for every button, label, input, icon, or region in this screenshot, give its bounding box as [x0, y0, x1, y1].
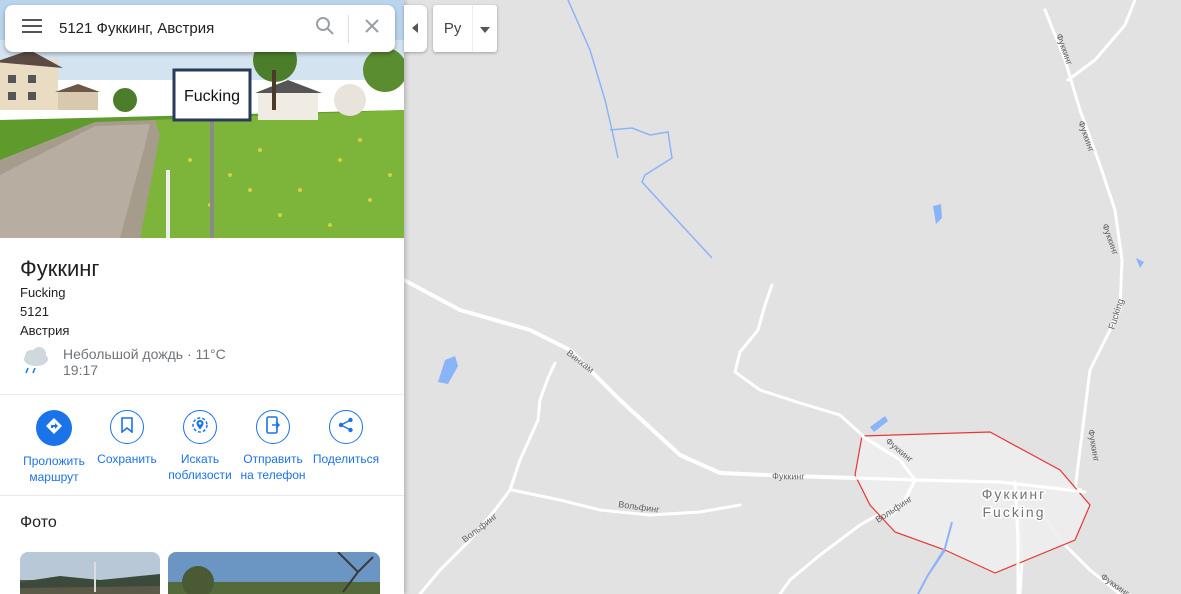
- directions-label: Проложить маршрут: [23, 454, 85, 484]
- bookmark-icon: [121, 416, 133, 438]
- menu-button[interactable]: [5, 5, 59, 52]
- map-place-label-en[interactable]: Fucking: [981, 503, 1045, 522]
- caret-down-icon: [480, 20, 491, 38]
- place-title: Фуккинг: [20, 256, 100, 281]
- save-button[interactable]: Сохранить: [87, 410, 167, 467]
- send-to-phone-label: Отправить на телефон: [240, 452, 306, 482]
- map-place-label-ru[interactable]: Фуккинг: [980, 485, 1047, 504]
- search-icon: [315, 16, 335, 41]
- language-dropdown-button[interactable]: [472, 5, 497, 52]
- place-panel: Fucking 5121 Фуккинг, Австрия Фуккинг Fu…: [0, 0, 404, 594]
- address-line-name: Fucking: [20, 285, 66, 300]
- weather-info: Небольшой дождь · 11°C 19:17: [20, 344, 380, 380]
- photos-heading: Фото: [20, 514, 57, 531]
- send-to-phone-icon: [265, 415, 281, 439]
- photo-thumbnail[interactable]: [168, 552, 380, 594]
- divider: [0, 394, 404, 395]
- share-label: Поделиться: [312, 452, 380, 466]
- language-label[interactable]: Pу: [433, 20, 472, 37]
- share-button[interactable]: Поделиться: [306, 410, 386, 467]
- rain-cloud-icon: [20, 346, 52, 378]
- nearby-icon: [191, 416, 209, 439]
- collapse-panel-button[interactable]: [404, 5, 427, 52]
- road-label-fukking-main: Фуккинг: [772, 471, 805, 482]
- weather-time: 19:17: [63, 362, 99, 378]
- clear-search-button[interactable]: [349, 5, 395, 52]
- address-line-country: Австрия: [20, 323, 70, 338]
- close-icon: [364, 18, 380, 39]
- menu-icon: [22, 18, 42, 39]
- nearby-label: Искать поблизости: [168, 452, 232, 482]
- search-button[interactable]: [302, 5, 348, 52]
- nearby-button[interactable]: Искать поблизости: [160, 410, 240, 483]
- hero-sign-text: Fucking: [184, 88, 240, 105]
- action-bar: Проложить маршрут Сохранить Искать побли…: [0, 410, 404, 490]
- photo-thumbnail[interactable]: [20, 552, 160, 594]
- divider: [0, 495, 404, 496]
- send-to-phone-button[interactable]: Отправить на телефон: [233, 410, 313, 483]
- search-input[interactable]: 5121 Фуккинг, Австрия: [59, 20, 302, 37]
- caret-left-icon: [411, 20, 420, 38]
- language-switcher: Pу: [433, 5, 497, 52]
- save-label: Сохранить: [97, 452, 157, 466]
- directions-button[interactable]: Проложить маршрут: [14, 410, 94, 485]
- address-line-postcode: 5121: [20, 304, 49, 319]
- share-icon: [338, 417, 354, 438]
- weather-summary: Небольшой дождь · 11°C: [63, 346, 226, 362]
- directions-icon: [45, 417, 63, 440]
- search-box: 5121 Фуккинг, Австрия: [5, 5, 395, 52]
